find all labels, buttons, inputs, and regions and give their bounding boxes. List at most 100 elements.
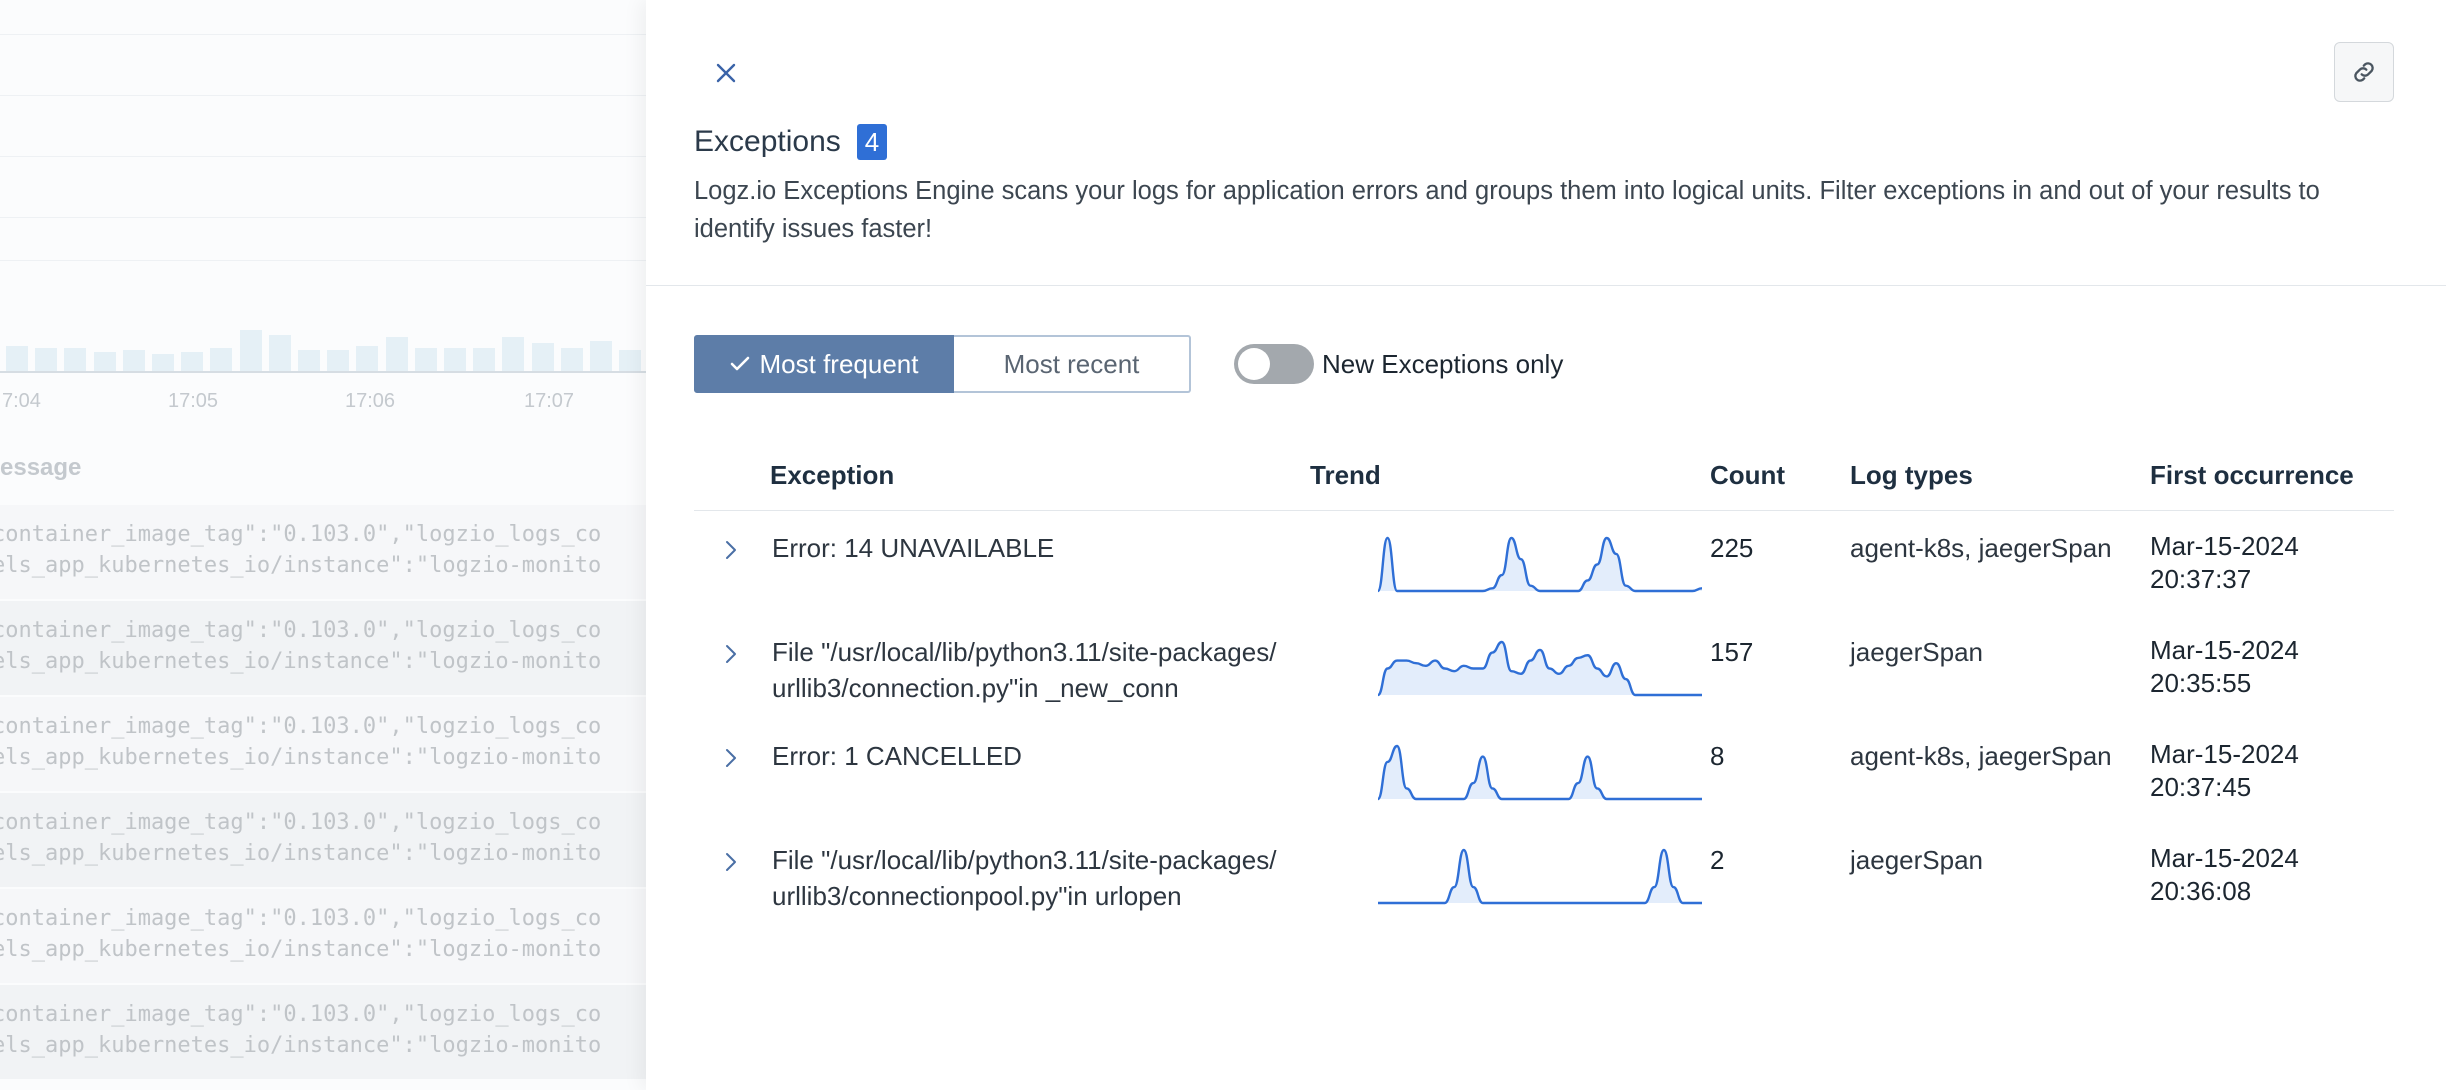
column-header-trend: Trend xyxy=(1310,460,1381,490)
histogram-bar xyxy=(298,350,320,372)
time-tick: 17:07 xyxy=(524,390,575,412)
histogram-bar xyxy=(444,348,466,372)
histogram-bar xyxy=(502,337,525,372)
first-occurrence-time: 20:36:08 xyxy=(2150,876,2252,906)
chevron-right-icon[interactable] xyxy=(720,642,742,666)
histogram-bar xyxy=(560,348,583,372)
histogram-bar xyxy=(327,350,350,372)
link-icon xyxy=(2354,62,2374,82)
trend-area xyxy=(1378,538,1702,591)
most-recent-label: Most recent xyxy=(1003,348,1140,379)
histogram-bar xyxy=(210,348,233,372)
log-line: container_image_tag":"0.103.0","logzio_l… xyxy=(0,1002,602,1027)
column-header-exception[interactable]: Exception xyxy=(770,460,894,491)
first-occurrence-date: Mar-15-2024 xyxy=(2150,531,2299,561)
copy-link-button[interactable] xyxy=(2334,42,2394,102)
first-occurrence: Mar-15-2024 20:35:55 xyxy=(2150,634,2390,700)
trend-area xyxy=(1378,850,1702,903)
table-row[interactable]: File "/usr/local/lib/python3.11/site-pac… xyxy=(694,634,2394,738)
first-occurrence-time: 20:35:55 xyxy=(2150,668,2252,698)
table-row[interactable]: File "/usr/local/lib/python3.11/site-pac… xyxy=(694,842,2394,946)
log-row[interactable]: container_image_tag":"0.103.0","logzio_l… xyxy=(0,505,646,599)
new-exceptions-toggle[interactable] xyxy=(1234,344,1314,384)
histogram-bar xyxy=(473,348,496,372)
log-row[interactable]: container_image_tag":"0.103.0","logzio_l… xyxy=(0,985,646,1079)
background-row xyxy=(0,218,646,261)
histogram-bar xyxy=(356,346,379,372)
column-header-count[interactable]: Count xyxy=(1710,460,1785,491)
first-occurrence: Mar-15-2024 20:37:45 xyxy=(2150,738,2390,804)
exception-message[interactable]: File "/usr/local/lib/python3.11/site-pac… xyxy=(772,842,1282,914)
exception-message[interactable]: File "/usr/local/lib/python3.11/site-pac… xyxy=(772,634,1282,706)
toggle-knob xyxy=(1238,348,1270,380)
background-row xyxy=(0,96,646,157)
panel-title-text: Exceptions xyxy=(694,125,841,158)
exceptions-count-badge: 4 xyxy=(856,124,888,160)
trend-line xyxy=(1378,744,1702,801)
trend-sparkline xyxy=(1378,848,1702,905)
exception-message[interactable]: Error: 1 CANCELLED xyxy=(772,738,1282,774)
log-line: container_image_tag":"0.103.0","logzio_l… xyxy=(0,714,602,739)
chevron-right-icon[interactable] xyxy=(720,538,742,562)
first-occurrence: Mar-15-2024 20:36:08 xyxy=(2150,842,2390,908)
histogram-bar xyxy=(152,354,174,372)
exception-log-types: jaegerSpan xyxy=(1850,845,1983,875)
time-tick: 7:04 xyxy=(2,390,41,412)
log-line: container_image_tag":"0.103.0","logzio_l… xyxy=(0,906,602,931)
exception-message[interactable]: Error: 14 UNAVAILABLE xyxy=(772,530,1282,566)
log-line: container_image_tag":"0.103.0","logzio_l… xyxy=(0,810,602,835)
exception-count: 2 xyxy=(1710,845,1725,875)
time-tick: 17:06 xyxy=(345,390,396,412)
log-line: els_app_kubernetes_io/instance":"logzio-… xyxy=(0,841,602,866)
log-row[interactable]: container_image_tag":"0.103.0","logzio_l… xyxy=(0,601,646,695)
exception-log-types: agent-k8s, jaegerSpan xyxy=(1850,741,2112,771)
histogram-bar xyxy=(619,350,642,372)
table-row[interactable]: Error: 14 UNAVAILABLE 225 agent-k8s, jaege… xyxy=(694,530,2394,634)
exception-log-types: jaegerSpan xyxy=(1850,637,1983,667)
most-frequent-button[interactable]: Most frequent xyxy=(694,335,954,393)
trend-line xyxy=(1378,536,1702,593)
close-button[interactable] xyxy=(711,58,741,88)
log-line: els_app_kubernetes_io/instance":"logzio-… xyxy=(0,649,602,674)
column-header-log-types: Log types xyxy=(1850,460,1973,490)
sort-toggle-group: Most frequent Most recent xyxy=(694,335,1191,393)
chevron-right-icon[interactable] xyxy=(720,850,742,874)
table-header-divider xyxy=(694,510,2394,511)
histogram-bar xyxy=(35,348,58,372)
exception-count: 225 xyxy=(1710,533,1754,563)
table-row[interactable]: Error: 1 CANCELLED 8 agent-k8s, jaegerSpan… xyxy=(694,738,2394,842)
trend-area xyxy=(1378,746,1702,799)
log-line: els_app_kubernetes_io/instance":"logzio-… xyxy=(0,937,602,962)
first-occurrence-date: Mar-15-2024 xyxy=(2150,739,2299,769)
log-line: els_app_kubernetes_io/instance":"logzio-… xyxy=(0,1033,602,1058)
trend-sparkline xyxy=(1378,744,1702,801)
most-recent-button[interactable]: Most recent xyxy=(954,335,1191,393)
first-occurrence-time: 20:37:45 xyxy=(2150,772,2252,802)
message-column-header: essage xyxy=(0,454,82,481)
log-histogram xyxy=(0,320,646,372)
first-occurrence-time: 20:37:37 xyxy=(2150,564,2252,594)
histogram-bar xyxy=(122,350,145,372)
header-divider xyxy=(646,285,2446,286)
log-line: els_app_kubernetes_io/instance":"logzio-… xyxy=(0,745,602,770)
check-icon xyxy=(730,356,749,371)
chevron-right-icon[interactable] xyxy=(720,746,742,770)
new-exceptions-label: New Exceptions only xyxy=(1322,348,1564,379)
histogram-bar xyxy=(268,335,291,372)
background-row xyxy=(0,35,646,96)
new-exceptions-toggle-wrap: New Exceptions only xyxy=(1234,344,1563,384)
log-row[interactable]: container_image_tag":"0.103.0","logzio_l… xyxy=(0,793,646,887)
histogram-bar xyxy=(239,330,262,372)
first-occurrence: Mar-15-2024 20:37:37 xyxy=(2150,530,2390,596)
log-line: container_image_tag":"0.103.0","logzio_l… xyxy=(0,618,602,643)
log-row[interactable]: container_image_tag":"0.103.0","logzio_l… xyxy=(0,889,646,983)
histogram-bar xyxy=(385,337,408,372)
log-row[interactable]: container_image_tag":"0.103.0","logzio_l… xyxy=(0,697,646,791)
time-tick: 17:05 xyxy=(168,390,219,412)
most-frequent-label: Most frequent xyxy=(759,348,919,379)
trend-sparkline xyxy=(1378,536,1702,593)
column-header-first-occurrence[interactable]: First occurrence xyxy=(2150,460,2354,491)
first-occurrence-date: Mar-15-2024 xyxy=(2150,635,2299,665)
panel-title: Exceptions 4 xyxy=(694,124,888,160)
histogram-bar xyxy=(6,346,28,372)
